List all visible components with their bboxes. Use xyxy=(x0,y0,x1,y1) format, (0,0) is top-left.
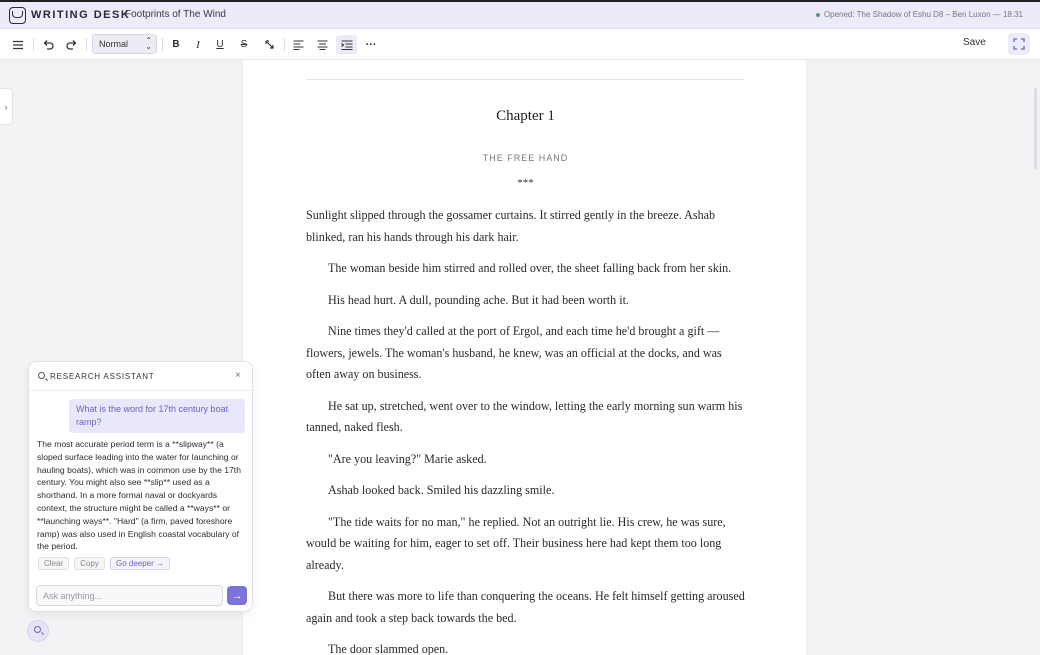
paragraph: Nine times they'd called at the port of … xyxy=(306,324,722,381)
fullscreen-icon xyxy=(1013,38,1025,50)
top-bar: WRITING DESK Footprints of The Wind Open… xyxy=(0,0,1040,29)
redo-icon xyxy=(66,39,77,50)
paragraph: Sunlight slipped through the gossamer cu… xyxy=(306,208,716,244)
paragraph: "Are you leaving?" Marie asked. xyxy=(328,451,487,466)
clear-button[interactable]: Clear xyxy=(38,557,69,570)
scrollbar-thumb[interactable] xyxy=(1034,88,1037,170)
undo-icon xyxy=(43,39,54,50)
chevron-right-icon: › xyxy=(4,101,8,112)
chapter-body[interactable]: Sunlight slipped through the gossamer cu… xyxy=(306,205,746,655)
sidebar-toggle[interactable]: › xyxy=(0,88,13,125)
copy-button[interactable]: Copy xyxy=(74,557,105,570)
writing-desk-logo-icon xyxy=(9,7,26,24)
app-name: WRITING DESK xyxy=(31,9,131,21)
go-deeper-button[interactable]: Go deeper → xyxy=(110,557,170,570)
research-assistant-toggle[interactable] xyxy=(27,620,49,642)
scene-separator: *** xyxy=(517,177,534,189)
bold-button[interactable]: B xyxy=(167,35,185,54)
toolbar-divider xyxy=(86,38,87,51)
toolbar-divider xyxy=(162,38,163,51)
toolbar-divider xyxy=(284,38,285,51)
open-status-text: Opened: The Shadow of Eshu D8 – Ben Luxo… xyxy=(823,10,1023,19)
clear-format-button[interactable] xyxy=(260,35,278,54)
paragraph-style-select[interactable]: Normal ⌃ ⌄ xyxy=(92,34,157,54)
indent-button[interactable] xyxy=(336,35,357,54)
document-title[interactable]: Footprints of The Wind xyxy=(125,9,226,20)
paragraph: But there was more to life than conqueri… xyxy=(306,589,745,625)
assistant-header: RESEARCH ASSISTANT × xyxy=(29,362,254,391)
paragraph: Ashab looked back. Smiled his dazzling s… xyxy=(328,483,555,497)
arrow-right-icon: → xyxy=(231,589,243,602)
hamburger-icon xyxy=(13,40,23,49)
save-button[interactable]: Save xyxy=(963,37,986,48)
menu-button[interactable] xyxy=(9,35,27,54)
assistant-title: RESEARCH ASSISTANT xyxy=(50,372,155,381)
search-icon xyxy=(34,626,41,633)
page-divider xyxy=(306,79,745,80)
document-page[interactable]: Chapter 1 THE FREE HAND *** Sunlight sli… xyxy=(242,60,807,655)
italic-button[interactable]: I xyxy=(189,35,207,54)
status-dot-icon xyxy=(815,12,820,17)
editor-toolbar: Normal ⌃ ⌄ B I U S ··· Save xyxy=(0,29,1040,60)
paragraph: The door slammed open. xyxy=(328,642,449,655)
paragraph: The woman beside him stirred and rolled … xyxy=(328,261,732,275)
align-left-button[interactable] xyxy=(289,35,307,54)
paragraph: "The tide waits for no man," he replied.… xyxy=(306,514,726,572)
close-assistant-button[interactable]: × xyxy=(235,370,241,381)
undo-button[interactable] xyxy=(39,35,57,54)
align-left-icon xyxy=(293,39,303,50)
underline-button[interactable]: U xyxy=(211,35,229,54)
paragraph-style-value: Normal xyxy=(99,39,129,49)
more-options-button[interactable]: ··· xyxy=(362,35,380,54)
indent-icon xyxy=(340,39,352,50)
user-question-bubble: What is the word for 17th century boat r… xyxy=(69,399,245,433)
redo-button[interactable] xyxy=(63,35,81,54)
chapter-title: Chapter 1 xyxy=(496,108,555,124)
paragraph: His head hurt. A dull, pounding ache. Bu… xyxy=(328,292,629,307)
chapter-subtitle: THE FREE HAND xyxy=(482,153,569,163)
paragraph: He sat up, stretched, went over to the w… xyxy=(306,398,743,435)
strikethrough-button[interactable]: S xyxy=(235,35,253,54)
assistant-answer: The most accurate period term is a **sli… xyxy=(37,439,241,552)
fullscreen-button[interactable] xyxy=(1008,33,1030,55)
search-icon xyxy=(38,372,45,379)
clear-format-icon xyxy=(264,40,274,49)
send-button[interactable]: → xyxy=(227,586,247,605)
select-arrows-icon: ⌃ ⌄ xyxy=(145,36,152,51)
ask-input[interactable] xyxy=(36,585,223,606)
toolbar-divider xyxy=(33,38,34,51)
align-center-button[interactable] xyxy=(313,35,331,54)
align-center-icon xyxy=(317,39,327,50)
open-status: Opened: The Shadow of Eshu D8 – Ben Luxo… xyxy=(815,10,1023,19)
research-assistant-panel: RESEARCH ASSISTANT × What is the word fo… xyxy=(28,361,254,612)
